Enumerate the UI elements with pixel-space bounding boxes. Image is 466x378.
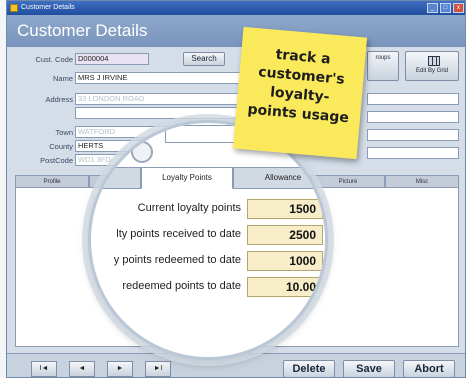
magnified-tab-left: [91, 167, 141, 189]
address-label: Address: [45, 95, 73, 104]
abort-button[interactable]: Abort: [403, 360, 455, 377]
next-record-button[interactable]: ►: [107, 361, 133, 377]
tab-allowance[interactable]: Allowance: [233, 167, 325, 189]
maximize-button[interactable]: □: [440, 3, 451, 13]
first-record-button[interactable]: I◄: [31, 361, 57, 377]
title-bar: Customer Details _ □ x: [7, 1, 465, 15]
loyalty-row-current: Current loyalty points 1500: [91, 199, 325, 221]
minimize-button[interactable]: _: [427, 3, 438, 13]
points-redeemed-value: 1000: [247, 251, 323, 271]
postcode-label: PostCode: [40, 156, 73, 165]
right-field-3[interactable]: [367, 129, 459, 141]
points-redeemed-label: y points redeemed to date: [113, 254, 241, 266]
edit-by-grid-button[interactable]: Edit By Grid: [405, 51, 459, 81]
loyalty-row-received: lty points received to date 2500: [91, 225, 325, 247]
search-button[interactable]: Search: [183, 52, 225, 66]
navigation-bar: I◄ ◄ ► ►I Delete Save Abort: [7, 353, 465, 377]
town-label: Town: [55, 128, 73, 137]
points-received-value: 2500: [247, 225, 323, 245]
groups-button[interactable]: roups: [367, 51, 399, 81]
edit-by-grid-label: Edit By Grid: [415, 68, 448, 74]
loyalty-row-redeemed: y points redeemed to date 1000: [91, 251, 325, 273]
redeemed-value-amount: 10.00: [247, 277, 323, 297]
address-field-2[interactable]: [75, 107, 247, 119]
delete-button[interactable]: Delete: [283, 360, 335, 377]
save-button[interactable]: Save: [343, 360, 395, 377]
current-points-label: Current loyalty points: [137, 202, 241, 214]
redeemed-value-label: redeemed points to date: [122, 280, 241, 292]
last-record-button[interactable]: ►I: [145, 361, 171, 377]
tab-misc[interactable]: Misc: [385, 175, 459, 187]
magnifier-lens: Loyalty Points Allowance Current loyalty…: [88, 120, 328, 360]
right-field-1[interactable]: [367, 93, 459, 105]
magnified-tab-row: Loyalty Points Allowance: [91, 167, 325, 189]
name-label: Name: [52, 74, 73, 83]
address-field[interactable]: 33 LONDON ROAD: [75, 93, 247, 105]
window-title: Customer Details: [21, 4, 75, 11]
cust-code-field[interactable]: D000004: [75, 53, 149, 65]
magnified-button: [131, 141, 153, 163]
grid-icon: [428, 56, 440, 66]
loyalty-row-redeemed-value: redeemed points to date 10.00: [91, 277, 325, 299]
close-button[interactable]: x: [453, 3, 464, 13]
app-icon: [10, 4, 18, 12]
current-points-value: 1500: [247, 199, 323, 219]
tab-profile[interactable]: Profile: [15, 175, 89, 187]
county-label: County: [49, 142, 73, 151]
page-title: Customer Details: [7, 15, 465, 47]
right-field-2[interactable]: [367, 111, 459, 123]
cust-code-label: Cust. Code: [35, 55, 73, 64]
points-received-label: lty points received to date: [116, 228, 241, 240]
tab-loyalty-points[interactable]: Loyalty Points: [141, 167, 233, 189]
right-field-4[interactable]: [367, 147, 459, 159]
sticky-note: track a customer's loyalty- points usage: [232, 26, 368, 160]
name-field[interactable]: MRS J IRVINE: [75, 72, 245, 84]
previous-record-button[interactable]: ◄: [69, 361, 95, 377]
